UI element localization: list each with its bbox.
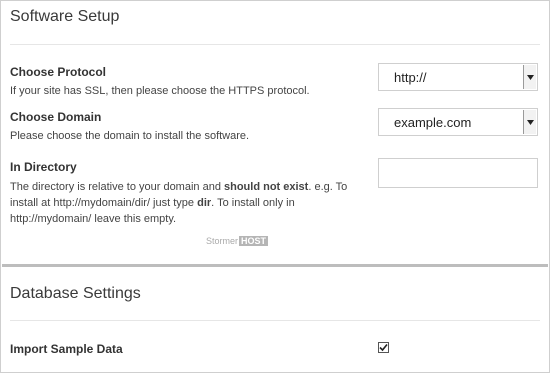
directory-input[interactable] xyxy=(379,159,537,187)
protocol-help: If your site has SSL, then please choose… xyxy=(10,85,310,97)
section-separator xyxy=(2,264,548,267)
domain-select-value: example.com xyxy=(394,115,472,130)
database-settings-title: Database Settings xyxy=(10,285,141,302)
domain-label: Choose Domain xyxy=(10,110,102,124)
chevron-down-icon[interactable] xyxy=(523,110,536,134)
section-divider xyxy=(10,320,540,321)
import-sample-checkbox[interactable] xyxy=(378,342,389,353)
protocol-label: Choose Protocol xyxy=(10,65,107,79)
protocol-select[interactable]: http:// xyxy=(378,63,538,91)
directory-help: The directory is relative to your domain… xyxy=(10,181,348,225)
stormerhost-watermark: Stormer HOST xyxy=(206,236,269,246)
protocol-select-value: http:// xyxy=(394,70,427,85)
directory-label: In Directory xyxy=(10,160,77,174)
domain-help: Please choose the domain to install the … xyxy=(10,130,250,142)
directory-input-wrapper xyxy=(378,158,538,188)
software-setup-title: Software Setup xyxy=(10,8,120,25)
section-divider xyxy=(10,44,540,45)
checkmark-icon xyxy=(379,343,388,352)
installer-panel: Software Setup Choose Protocol If your s… xyxy=(0,0,550,373)
chevron-down-icon[interactable] xyxy=(523,65,536,89)
import-sample-label: Import Sample Data xyxy=(10,342,123,356)
domain-select[interactable]: example.com xyxy=(378,108,538,136)
